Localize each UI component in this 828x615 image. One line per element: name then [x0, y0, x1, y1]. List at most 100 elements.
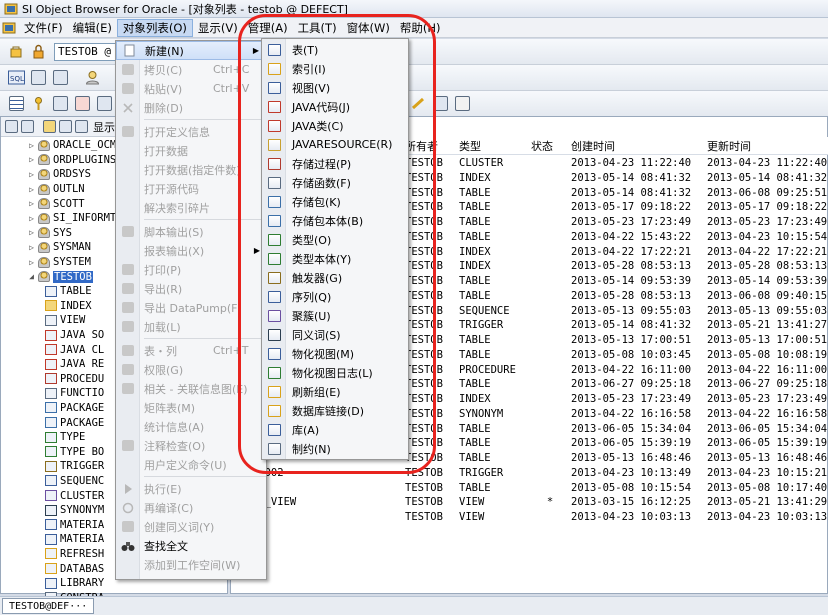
- toolbar-table-button[interactable]: [6, 94, 26, 114]
- new-submenu-item[interactable]: 数据库链接(D): [262, 401, 408, 420]
- connect-button[interactable]: [6, 42, 26, 62]
- expand-icon[interactable]: ▷: [27, 258, 36, 267]
- column-header-status[interactable]: 状态: [529, 137, 569, 154]
- new-submenu-item[interactable]: 同义词(S): [262, 325, 408, 344]
- new-submenu-item[interactable]: 存储过程(P): [262, 154, 408, 173]
- column-header-created[interactable]: 创建时间: [569, 137, 705, 154]
- context-menu-item[interactable]: 相关 - 关联信息图(E): [116, 379, 266, 398]
- cell-owner: TESTOB: [405, 334, 443, 346]
- context-menu-item[interactable]: 打开源代码: [116, 179, 266, 198]
- toolbar-button[interactable]: [94, 94, 114, 114]
- expand-icon[interactable]: ▷: [27, 141, 36, 150]
- connection-tab[interactable]: TESTOB@DEF···: [2, 598, 95, 614]
- new-submenu-item[interactable]: 刷新组(E): [262, 382, 408, 401]
- column-header-type[interactable]: 类型: [457, 137, 529, 154]
- expand-icon[interactable]: ▷: [27, 199, 36, 208]
- context-menu-item[interactable]: 打印(P): [116, 260, 266, 279]
- new-submenu-item[interactable]: 类型(O): [262, 230, 408, 249]
- menu-view[interactable]: 显示(V): [193, 19, 243, 37]
- context-menu-item[interactable]: 拷贝(C) Ctrl+C: [116, 60, 266, 79]
- new-submenu-item[interactable]: 存储函数(F): [262, 173, 408, 192]
- menu-window[interactable]: 窗体(W): [342, 19, 395, 37]
- context-menu-item[interactable]: 矩阵表(M): [116, 398, 266, 417]
- new-submenu-item[interactable]: JAVA代码(J): [262, 97, 408, 116]
- menu-file[interactable]: 文件(F): [19, 19, 68, 37]
- disconnect-button[interactable]: [28, 42, 48, 62]
- table-row[interactable]: PTESTOBVIEW2013-04-23 10:03:132013-04-23…: [231, 511, 828, 526]
- new-submenu-item[interactable]: 聚簇(U): [262, 306, 408, 325]
- context-menu-item[interactable]: 表・列 Ctrl+T: [116, 341, 266, 360]
- toolbar-button[interactable]: [28, 68, 48, 88]
- new-submenu-item[interactable]: 表(T): [262, 40, 408, 59]
- new-submenu-item[interactable]: 类型本体(Y): [262, 249, 408, 268]
- context-menu-item[interactable]: 打开数据(指定件数): [116, 160, 266, 179]
- tree-list-icon[interactable]: [75, 120, 88, 133]
- context-menu-item[interactable]: 新建(N) ▶: [116, 41, 266, 60]
- new-submenu-item[interactable]: 索引(I): [262, 59, 408, 78]
- context-menu-item[interactable]: 粘贴(V) Ctrl+V: [116, 79, 266, 98]
- toolbar-dblink-button[interactable]: [408, 94, 428, 114]
- context-menu-item[interactable]: 加载(L): [116, 317, 266, 336]
- sql-button[interactable]: SQL: [6, 68, 26, 88]
- context-menu-item[interactable]: 打开数据: [116, 141, 266, 160]
- menu-help[interactable]: 帮助(H): [395, 19, 446, 37]
- expand-icon[interactable]: ▷: [27, 170, 36, 179]
- table-row[interactable]: RINFO_VIEWTESTOBVIEW*2013-03-15 16:12:25…: [231, 496, 828, 511]
- new-submenu-item[interactable]: 库(A): [262, 420, 408, 439]
- cell-status: [529, 437, 569, 452]
- expand-icon[interactable]: ▷: [27, 155, 36, 164]
- toolbar-library-button[interactable]: [430, 94, 450, 114]
- context-menu-item[interactable]: 再编译(C): [116, 498, 266, 517]
- toolbar-java-button[interactable]: [72, 94, 92, 114]
- menu-edit[interactable]: 编辑(E): [68, 19, 117, 37]
- new-submenu-item[interactable]: 触发器(G): [262, 268, 408, 287]
- context-menu-item[interactable]: 解决索引碎片: [116, 198, 266, 217]
- column-header-owner[interactable]: 所有者: [403, 137, 457, 154]
- new-submenu-item[interactable]: 序列(Q): [262, 287, 408, 306]
- context-menu-item[interactable]: 脚本输出(S): [116, 222, 266, 241]
- context-menu-item[interactable]: 统计信息(A): [116, 417, 266, 436]
- context-menu-item[interactable]: 执行(E): [116, 479, 266, 498]
- context-menu-item[interactable]: 权限(G): [116, 360, 266, 379]
- tree-user-icon[interactable]: [43, 120, 56, 133]
- tree-view-icon[interactable]: [5, 120, 18, 133]
- table-row[interactable]: RINFOTESTOBTABLE2013-05-08 10:15:542013-…: [231, 482, 828, 497]
- menu-admin[interactable]: 管理(A): [243, 19, 293, 37]
- new-submenu-item[interactable]: 物化视图日志(L): [262, 363, 408, 382]
- context-menu-item[interactable]: 导出(R): [116, 279, 266, 298]
- menu-object-list[interactable]: 对象列表(O): [116, 18, 193, 37]
- expand-icon[interactable]: ▷: [27, 243, 36, 252]
- expand-icon[interactable]: ▷: [27, 228, 36, 237]
- tree-object-icon[interactable]: [59, 120, 72, 133]
- toolbar-view-button[interactable]: [50, 94, 70, 114]
- toolbar-constraint-button[interactable]: [452, 94, 472, 114]
- new-submenu-item[interactable]: 存储包本体(B): [262, 211, 408, 230]
- collapse-icon[interactable]: ◢: [27, 272, 36, 281]
- expand-icon[interactable]: ▷: [27, 214, 36, 223]
- context-menu-item[interactable]: 添加到工作空间(W): [116, 555, 266, 574]
- context-menu-item[interactable]: 注释检查(O): [116, 436, 266, 455]
- context-menu-item[interactable]: 报表输出(X) ▶: [116, 241, 266, 260]
- context-menu-item[interactable]: 创建同义词(Y): [116, 517, 266, 536]
- new-submenu-item[interactable]: 视图(V): [262, 78, 408, 97]
- tree-filter-icon[interactable]: [21, 120, 34, 133]
- toolbar-index-button[interactable]: [28, 94, 48, 114]
- app-menu-icon[interactable]: [2, 21, 16, 35]
- context-menu-item[interactable]: 导出 DataPump(F): [116, 298, 266, 317]
- new-submenu-item[interactable]: 存储包(K): [262, 192, 408, 211]
- user-button[interactable]: [82, 68, 102, 88]
- column-header-updated[interactable]: 更新时间: [705, 137, 828, 154]
- table-row[interactable]: IGGER002TESTOBTRIGGER2013-04-23 10:13:49…: [231, 467, 828, 482]
- new-submenu-item[interactable]: 制约(N): [262, 439, 408, 458]
- new-submenu-item[interactable]: JAVARESOURCE(R): [262, 135, 408, 154]
- new-submenu-item[interactable]: 物化视图(M): [262, 344, 408, 363]
- expand-icon[interactable]: ▷: [27, 185, 36, 194]
- context-menu-item[interactable]: 用户定义命令(U): [116, 455, 266, 474]
- menu-tools[interactable]: 工具(T): [293, 19, 342, 37]
- context-menu-item[interactable]: 删除(D): [116, 98, 266, 117]
- user-icon: [38, 168, 50, 180]
- context-menu-item[interactable]: 查找全文: [116, 536, 266, 555]
- context-menu-item[interactable]: 打开定义信息: [116, 122, 266, 141]
- new-submenu-item[interactable]: JAVA类(C): [262, 116, 408, 135]
- toolbar-button[interactable]: [50, 68, 70, 88]
